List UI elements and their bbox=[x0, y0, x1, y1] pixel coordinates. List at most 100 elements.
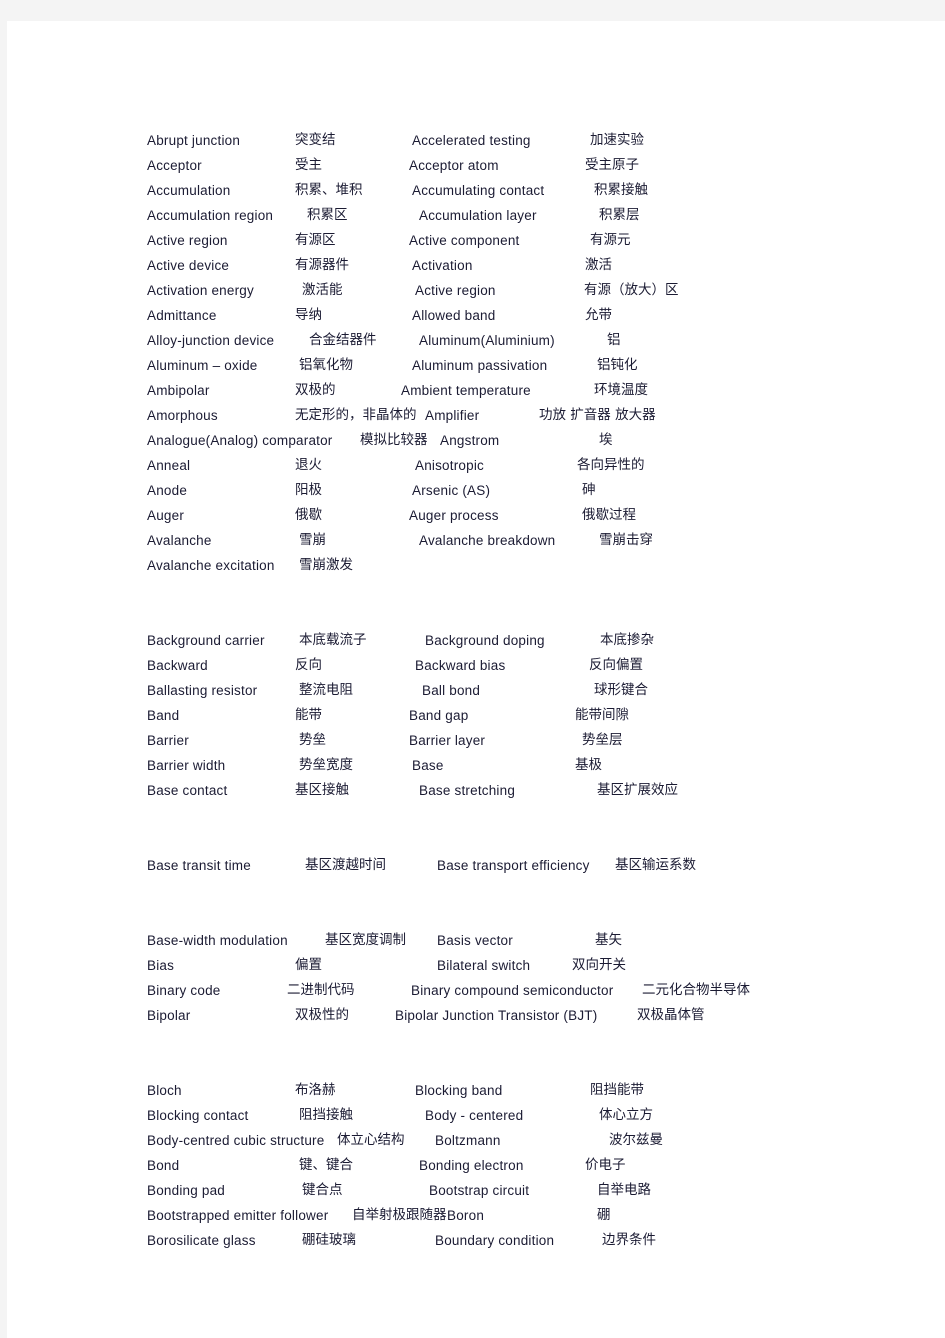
term2-chinese: 体心立方 bbox=[599, 1107, 653, 1123]
glossary-row: Bipolar 双极性的 Bipolar Junction Transistor (… bbox=[147, 1003, 907, 1028]
term2-chinese: 铝钝化 bbox=[597, 357, 638, 373]
term2-chinese: 砷 bbox=[582, 482, 596, 498]
term-english: Avalanche bbox=[147, 533, 212, 548]
glossary-row: Aluminum – oxide 铝氧化物 Aluminum passivation… bbox=[147, 353, 907, 378]
term-chinese: 受主 bbox=[295, 157, 322, 173]
glossary-row: Accumulation region 积累区 Accumulation layer… bbox=[147, 203, 907, 228]
term2-english: Bipolar Junction Transistor (BJT) bbox=[395, 1008, 598, 1023]
term2-english: Active region bbox=[415, 283, 496, 298]
glossary-row: Avalanche 雪崩 Avalanche breakdown 雪崩击穿 bbox=[147, 528, 907, 553]
term-chinese: 积累区 bbox=[307, 207, 348, 223]
term2-english: Aluminum passivation bbox=[412, 358, 548, 373]
glossary-row: Binary code 二进制代码 Binary compound semicond… bbox=[147, 978, 907, 1003]
term2-english: Acceptor atom bbox=[409, 158, 499, 173]
term-chinese: 势垒宽度 bbox=[299, 757, 353, 773]
term2-english: Angstrom bbox=[440, 433, 500, 448]
term-chinese: 突变结 bbox=[295, 132, 336, 148]
term2-chinese: 基区扩展效应 bbox=[597, 782, 678, 798]
term2-chinese: 俄歇过程 bbox=[582, 507, 636, 523]
term-chinese: 能带 bbox=[295, 707, 322, 723]
glossary-block: Bloch 布洛赫 Blocking band 阻挡能带 Blocking contac… bbox=[147, 1078, 907, 1253]
term2-english: Arsenic (AS) bbox=[412, 483, 491, 498]
term2-english: Base bbox=[412, 758, 444, 773]
term2-english: Body - centered bbox=[425, 1108, 524, 1123]
term-english: Auger bbox=[147, 508, 185, 523]
term-chinese: 基区接触 bbox=[295, 782, 349, 798]
term-chinese: 本底载流子 bbox=[299, 632, 367, 648]
term-english: Bootstrapped emitter follower bbox=[147, 1208, 329, 1223]
term2-chinese: 铝 bbox=[607, 332, 621, 348]
term-chinese: 反向 bbox=[295, 657, 322, 673]
glossary-row: Active region 有源区 Active component 有源元 bbox=[147, 228, 907, 253]
term2-chinese: 硼 bbox=[597, 1207, 611, 1223]
term2-english: Accumulation layer bbox=[419, 208, 537, 223]
term-chinese: 双极性的 bbox=[295, 1007, 349, 1023]
term-english: Base transit time bbox=[147, 858, 251, 873]
term2-chinese: 双向开关 bbox=[572, 957, 626, 973]
term2-english: Band gap bbox=[409, 708, 469, 723]
glossary-row: Base transit time 基区渡越时间 Base transport ef… bbox=[147, 853, 907, 878]
glossary-row: Band 能带 Band gap 能带间隙 bbox=[147, 703, 907, 728]
term-chinese: 导纳 bbox=[295, 307, 322, 323]
term2-chinese: 有源（放大）区 bbox=[584, 282, 679, 298]
glossary-row: Abrupt junction 突变结 Accelerated testing 加速实… bbox=[147, 128, 907, 153]
term2-chinese: 阻挡能带 bbox=[590, 1082, 644, 1098]
glossary-row: Body-centred cubic structure 体立心结构 Boltzma… bbox=[147, 1128, 907, 1153]
term2-chinese: 雪崩击穿 bbox=[599, 532, 653, 548]
term2-english: Blocking band bbox=[415, 1083, 503, 1098]
term-english: Accumulation region bbox=[147, 208, 274, 223]
term-english: Blocking contact bbox=[147, 1108, 249, 1123]
term-english: Bond bbox=[147, 1158, 180, 1173]
term-chinese: 势垒 bbox=[299, 732, 326, 748]
term-chinese: 积累、堆积 bbox=[295, 182, 363, 198]
term-chinese: 无定形的，非晶体的 bbox=[295, 407, 417, 423]
term2-chinese: 反向偏置 bbox=[589, 657, 643, 673]
glossary-row: Bond 键、键合 Bonding electron 价电子 bbox=[147, 1153, 907, 1178]
block-separator bbox=[147, 578, 907, 628]
term-chinese: 退火 bbox=[295, 457, 322, 473]
block-separator bbox=[147, 878, 907, 928]
term2-chinese: 波尔兹曼 bbox=[609, 1132, 663, 1148]
term2-english: Boltzmann bbox=[435, 1133, 501, 1148]
term-english: Base contact bbox=[147, 783, 228, 798]
term2-chinese: 本底掺杂 bbox=[600, 632, 654, 648]
block-separator bbox=[147, 1028, 907, 1078]
term-english: Anode bbox=[147, 483, 188, 498]
glossary-row: Activation energy 激活能 Active region 有源（放大）区 bbox=[147, 278, 907, 303]
glossary-row: Alloy-junction device 合金结器件 Aluminum(Alumi… bbox=[147, 328, 907, 353]
term2-english: Background doping bbox=[425, 633, 545, 648]
term2-chinese: 边界条件 bbox=[602, 1232, 656, 1248]
term2-english: Bilateral switch bbox=[437, 958, 531, 973]
term-english: Accumulation bbox=[147, 183, 231, 198]
term2-chinese: 基区输运系数 bbox=[615, 857, 696, 873]
term-chinese: 整流电阻 bbox=[299, 682, 353, 698]
glossary-row: Anneal 退火 Anisotropic 各向异性的 bbox=[147, 453, 907, 478]
term-english: Acceptor bbox=[147, 158, 202, 173]
term2-chinese: 积累接触 bbox=[594, 182, 648, 198]
term-english: Active device bbox=[147, 258, 230, 273]
glossary-block: Abrupt junction 突变结 Accelerated testing 加速实… bbox=[147, 128, 907, 578]
block-separator bbox=[147, 803, 907, 853]
term-english: Anneal bbox=[147, 458, 191, 473]
glossary-row: Analogue(Analog) comparator 模拟比较器 Angstrom… bbox=[147, 428, 907, 453]
term-chinese: 俄歇 bbox=[295, 507, 322, 523]
term2-english: Ambient temperature bbox=[401, 383, 531, 398]
term-english: Aluminum – oxide bbox=[147, 358, 258, 373]
glossary-row: Auger 俄歇 Auger process 俄歇过程 bbox=[147, 503, 907, 528]
term-chinese: 键合点 bbox=[302, 1182, 343, 1198]
glossary-content: Abrupt junction 突变结 Accelerated testing 加速实… bbox=[147, 128, 907, 1253]
glossary-row: Amorphous 无定形的，非晶体的 Amplifier 功放 扩音器 放大器 bbox=[147, 403, 907, 428]
glossary-row: Ambipolar 双极的 Ambient temperature 环境温度 bbox=[147, 378, 907, 403]
term2-english: Boundary condition bbox=[435, 1233, 555, 1248]
term-chinese: 基区宽度调制 bbox=[325, 932, 406, 948]
glossary-row: Base-width modulation 基区宽度调制 Basis vector 基… bbox=[147, 928, 907, 953]
term-chinese: 自举射极跟随器 bbox=[352, 1207, 447, 1223]
term2-english: Accelerated testing bbox=[412, 133, 531, 148]
glossary-row: Barrier 势垒 Barrier layer 势垒层 bbox=[147, 728, 907, 753]
term-english: Barrier bbox=[147, 733, 189, 748]
term2-english: Barrier layer bbox=[409, 733, 486, 748]
glossary-block: Base transit time 基区渡越时间 Base transport ef… bbox=[147, 853, 907, 878]
term-chinese: 硼硅玻璃 bbox=[302, 1232, 356, 1248]
term2-english: Amplifier bbox=[425, 408, 480, 423]
term-english: Active region bbox=[147, 233, 228, 248]
